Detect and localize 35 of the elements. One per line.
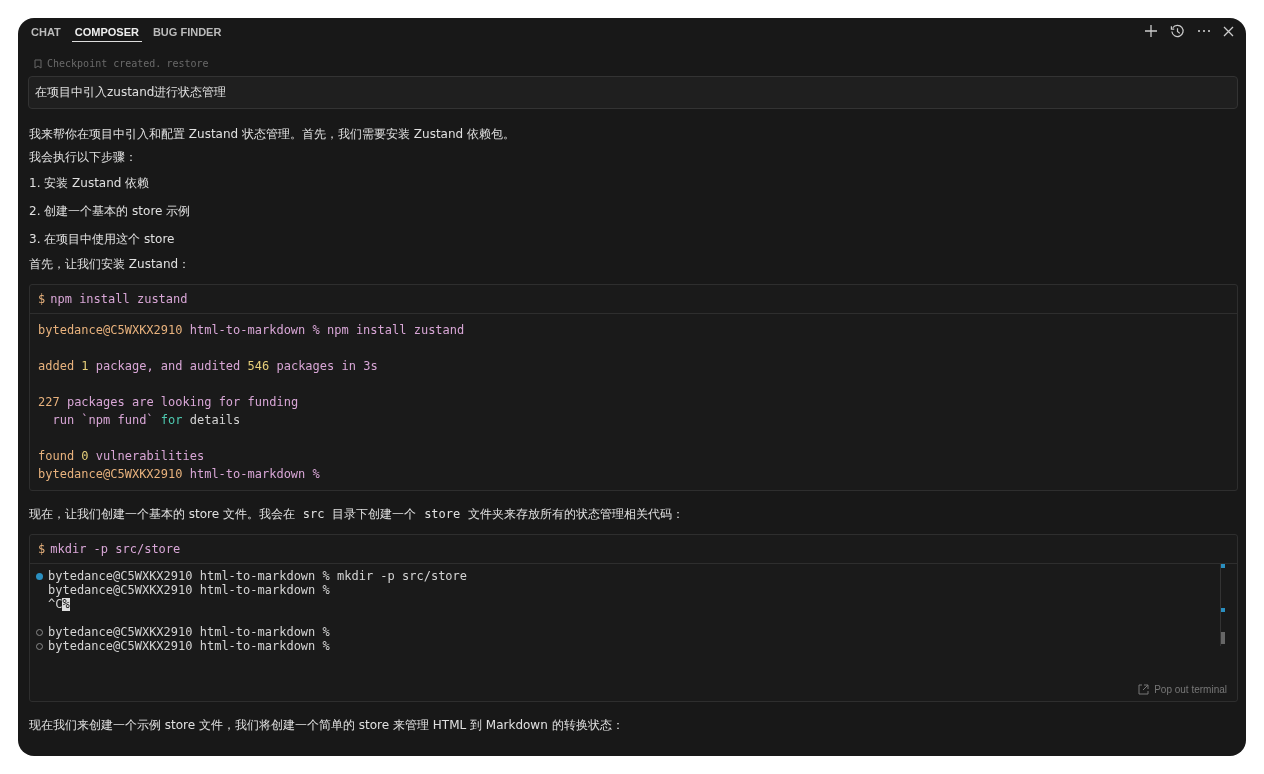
message-text: 现在我们来创建一个示例 store 文件，我们将创建一个简单的 store 来管理 HTML 到 Markdown 的转换状态：	[28, 717, 625, 734]
user-message: 在项目中引入zustand进行状态管理	[28, 76, 1238, 109]
terminal-line: bytedance@C5WXKX2910 html-to-markdown %	[48, 583, 330, 597]
terminal-line: 227 packages are looking for funding	[38, 394, 300, 411]
history-icon[interactable]	[1170, 23, 1185, 39]
plus-icon[interactable]	[1144, 24, 1158, 38]
terminal-line: found 0 vulnerabilities	[38, 448, 206, 465]
message-text: 我会执行以下步骤：	[28, 149, 138, 166]
pop-out-link[interactable]: Pop out terminal	[1154, 684, 1227, 695]
close-icon[interactable]	[1223, 25, 1234, 37]
terminal-line: run `npm fund` for details	[51, 412, 242, 429]
message-text: 2. 创建一个基本的 store 示例	[28, 203, 192, 220]
terminal-line: added 1 package, and audited 546 packages in 3s	[38, 358, 379, 375]
message-text: 3. 在项目中使用这个 store	[28, 231, 176, 248]
tab[interactable]: CHAT	[28, 20, 64, 42]
tab[interactable]: BUG FINDER	[149, 20, 225, 42]
bookmark-icon	[34, 58, 42, 69]
message-text: 首先，让我们安装 Zustand：	[28, 256, 192, 273]
terminal-line: bytedance@C5WXKX2910 html-to-markdown % mkdir -p src/store	[48, 569, 468, 583]
terminal-line: bytedance@C5WXKX2910 html-to-markdown %	[48, 639, 330, 653]
external-link-icon	[1138, 684, 1150, 695]
more-icon[interactable]	[1197, 29, 1211, 33]
message-text: 1. 安装 Zustand 依赖	[28, 175, 151, 192]
status-dot-icon	[36, 572, 43, 580]
message-text: 我来帮你在项目中引入和配置 Zustand 状态管理。首先，我们需要安装 Zustand 依赖包。	[28, 126, 516, 143]
prompt-symbol: $	[38, 542, 46, 556]
checkpoint-text: Checkpoint created.	[47, 58, 162, 69]
prompt-symbol: $	[38, 292, 46, 306]
message-text: 现在，让我们创建一个基本的 store 文件。我会在 src 目录下创建一个 store 文件夹来存放所有的状态管理相关代码：	[28, 506, 686, 523]
tab[interactable]: COMPOSER	[71, 20, 142, 42]
terminal-line: bytedance@C5WXKX2910 html-to-markdown %	[38, 466, 321, 483]
command-text: npm install zustand	[50, 292, 188, 306]
terminal-line: bytedance@C5WXKX2910 html-to-markdown %	[48, 625, 330, 639]
terminal-line: bytedance@C5WXKX2910 html-to-markdown % npm install zustand	[38, 322, 466, 339]
command-text: mkdir -p src/store	[50, 542, 181, 556]
